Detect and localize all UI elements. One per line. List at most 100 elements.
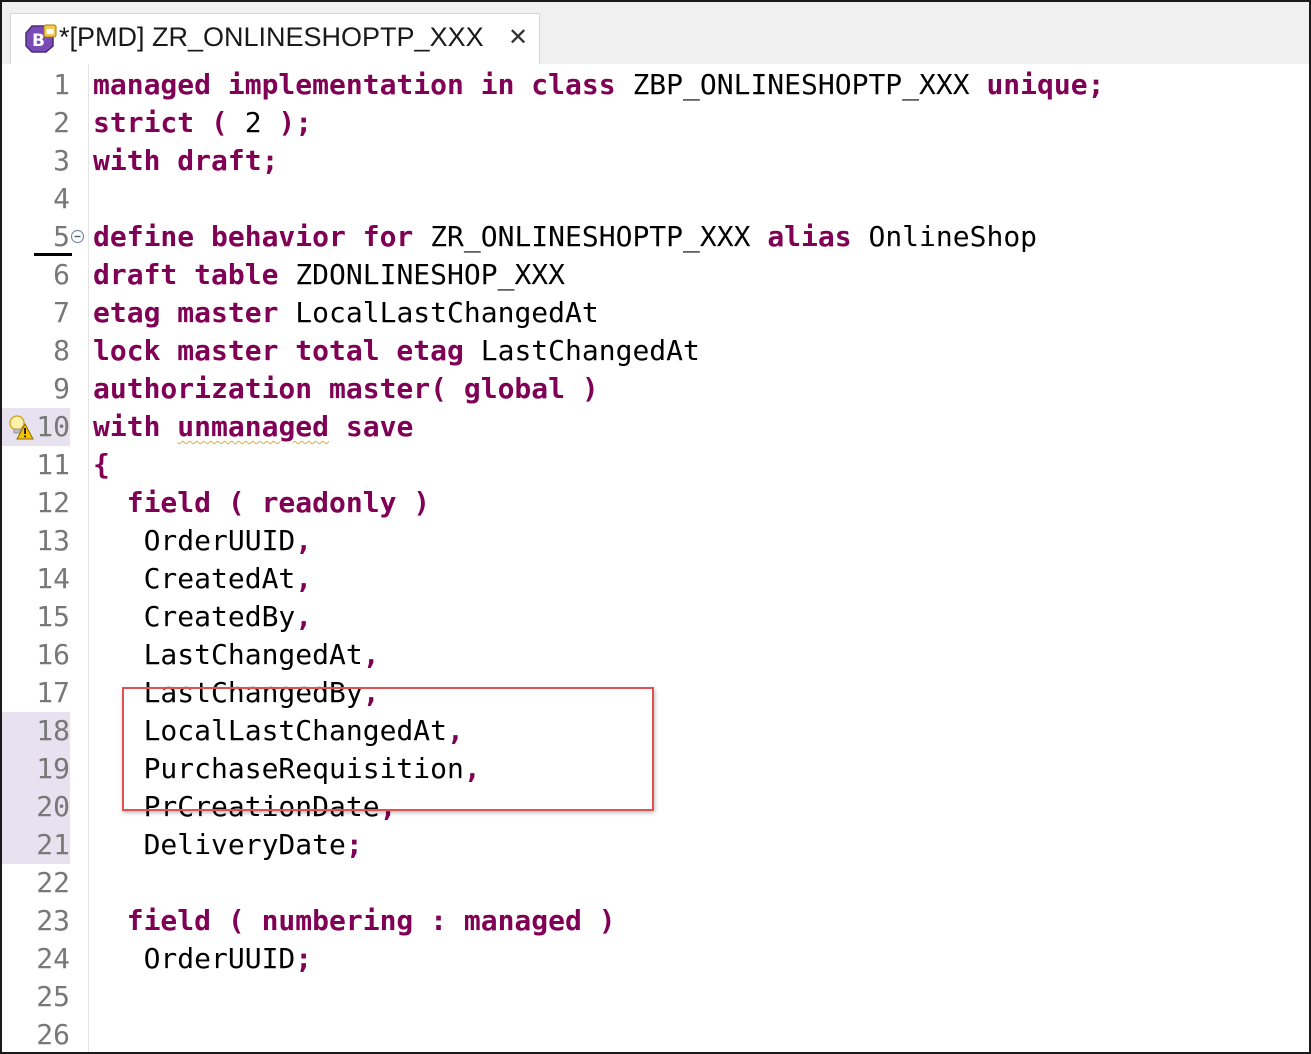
keyword-token: draft table: [93, 258, 296, 291]
code-line[interactable]: 3 with draft;: [2, 142, 1309, 180]
punctuation-token: ,: [379, 790, 397, 823]
line-number: 8: [53, 334, 70, 367]
code-line[interactable]: 9 authorization master( global ): [2, 370, 1309, 408]
code-line[interactable]: 14 CreatedAt,: [2, 560, 1309, 598]
line-number: 15: [36, 600, 70, 633]
identifier-token: OrderUUID: [93, 942, 296, 975]
code-line[interactable]: 17 LastChangedBy,: [2, 674, 1309, 712]
line-number: 3: [53, 144, 70, 177]
punctuation-token: ,: [362, 676, 380, 709]
keyword-token: unmanaged: [177, 410, 330, 443]
identifier-token: ZR_ONLINESHOPTP_XXX: [430, 220, 768, 253]
line-number: 5: [53, 220, 70, 253]
line-number: 11: [36, 448, 70, 481]
code-text: {: [93, 446, 110, 484]
line-number: 1: [53, 68, 70, 101]
code-line[interactable]: 16 LastChangedAt,: [2, 636, 1309, 674]
line-number: 22: [36, 866, 70, 899]
close-icon[interactable]: ✕: [504, 23, 532, 51]
keyword-token: with draft;: [93, 144, 279, 177]
code-line[interactable]: 21 DeliveryDate;: [2, 826, 1309, 864]
punctuation-token: ;: [295, 942, 313, 975]
line-number: 12: [36, 486, 70, 519]
keyword-token: save: [329, 410, 414, 443]
code-text: define behavior for ZR_ONLINESHOPTP_XXX …: [93, 218, 1037, 256]
code-line[interactable]: 24 OrderUUID;: [2, 940, 1309, 978]
keyword-token: lock master total etag: [93, 334, 481, 367]
punctuation-token: ,: [362, 638, 380, 671]
code-line[interactable]: 2 strict ( 2 );: [2, 104, 1309, 142]
editor-tab[interactable]: B *[PMD] ZR_ONLINESHOPTP_XXX ✕: [10, 13, 540, 64]
identifier-token: CreatedAt: [93, 562, 296, 595]
behavior-definition-icon: B: [25, 24, 57, 53]
code-line[interactable]: 5 define behavior for ZR_ONLINESHOPTP_XXX…: [2, 218, 1309, 256]
keyword-token: managed implementation in class: [93, 68, 633, 101]
code-text: OrderUUID,: [93, 522, 313, 560]
line-number: 26: [36, 1018, 70, 1051]
code-line[interactable]: 23 field ( numbering : managed ): [2, 902, 1309, 940]
code-text: LastChangedBy,: [93, 674, 380, 712]
keyword-token: etag master: [93, 296, 296, 329]
punctuation-token: ,: [295, 524, 313, 557]
code-line[interactable]: 13 OrderUUID,: [2, 522, 1309, 560]
code-text: CreatedAt,: [93, 560, 313, 598]
code-text: CreatedBy,: [93, 598, 313, 636]
quickfix-warning-icon[interactable]: [8, 414, 34, 442]
line-number: 21: [2, 826, 70, 864]
code-text: field ( readonly ): [93, 484, 430, 522]
code-line[interactable]: 4: [2, 180, 1309, 218]
code-line[interactable]: 7 etag master LocalLastChangedAt: [2, 294, 1309, 332]
punctuation-token: ;: [345, 828, 363, 861]
code-line[interactable]: 18 LocalLastChangedAt,: [2, 712, 1309, 750]
code-text: PurchaseRequisition,: [93, 750, 481, 788]
line-number: 20: [2, 788, 70, 826]
code-line[interactable]: 19 PurchaseRequisition,: [2, 750, 1309, 788]
line-number: 24: [36, 942, 70, 975]
code-line[interactable]: 10 with unmanaged save: [2, 408, 1309, 446]
line-number: 4: [53, 182, 70, 215]
keyword-token: define behavior for: [93, 220, 431, 253]
identifier-token: ZBP_ONLINESHOPTP_XXX: [632, 68, 987, 101]
punctuation-token: ,: [447, 714, 464, 747]
keyword-token: strict (: [93, 106, 245, 139]
code-line[interactable]: 6 draft table ZDONLINESHOP_XXX: [2, 256, 1309, 294]
code-text: authorization master( global ): [93, 370, 599, 408]
tab-title: *[PMD] ZR_ONLINESHOPTP_XXX: [59, 22, 484, 52]
keyword-token: alias: [767, 220, 869, 253]
editor-window: B *[PMD] ZR_ONLINESHOPTP_XXX ✕ 1 managed …: [0, 0, 1311, 1054]
identifier-token: OnlineShop: [868, 220, 1038, 253]
identifier-token: LastChangedAt: [480, 334, 700, 367]
code-line[interactable]: 20 PrCreationDate,: [2, 788, 1309, 826]
identifier-token: DeliveryDate: [93, 828, 346, 861]
code-line[interactable]: 1 managed implementation in class ZBP_ONL…: [2, 66, 1309, 104]
keyword-token: unique;: [986, 68, 1105, 101]
code-line[interactable]: 12 field ( readonly ): [2, 484, 1309, 522]
code-text: LastChangedAt,: [93, 636, 380, 674]
line-number: 25: [36, 980, 70, 1013]
fold-collapse-icon[interactable]: [70, 229, 85, 244]
identifier-token: ZDONLINESHOP_XXX: [295, 258, 566, 291]
code-line[interactable]: 22: [2, 864, 1309, 902]
svg-text:B: B: [32, 31, 45, 51]
keyword-token: with: [93, 410, 178, 443]
identifier-token: PrCreationDate: [93, 790, 380, 823]
code-text: OrderUUID;: [93, 940, 313, 978]
code-line[interactable]: 11 {: [2, 446, 1309, 484]
code-editor[interactable]: 1 managed implementation in class ZBP_ONL…: [2, 64, 1309, 1052]
keyword-token: {: [93, 448, 110, 481]
code-text: LocalLastChangedAt,: [93, 712, 464, 750]
code-line[interactable]: 25: [2, 978, 1309, 1016]
code-text: strict ( 2 );: [93, 104, 312, 142]
keyword-token: field ( readonly ): [93, 486, 431, 519]
editor-tab-bar: B *[PMD] ZR_ONLINESHOPTP_XXX ✕: [2, 2, 1309, 64]
code-line[interactable]: 8 lock master total etag LastChangedAt: [2, 332, 1309, 370]
code-text: etag master LocalLastChangedAt: [93, 294, 599, 332]
identifier-token: PurchaseRequisition: [93, 752, 464, 785]
punctuation-token: ,: [463, 752, 481, 785]
code-line[interactable]: 15 CreatedBy,: [2, 598, 1309, 636]
identifier-token: OrderUUID: [93, 524, 296, 557]
code-line[interactable]: 26: [2, 1016, 1309, 1052]
identifier-token: LastChangedBy: [93, 676, 363, 709]
keyword-token: );: [261, 106, 313, 139]
line-number: 16: [36, 638, 70, 671]
